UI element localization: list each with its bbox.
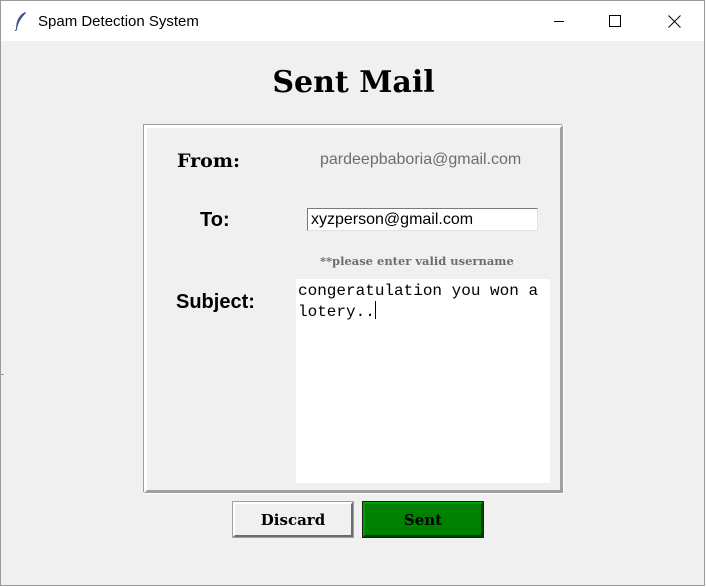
maximize-icon	[609, 15, 621, 27]
from-value: pardeepbaboria@gmail.com	[320, 151, 522, 168]
text-cursor	[374, 301, 376, 319]
maximize-button[interactable]	[586, 1, 644, 41]
discard-button[interactable]: Discard	[233, 502, 353, 537]
divider	[1, 374, 4, 375]
window-title: Spam Detection System	[38, 13, 199, 30]
feather-icon	[13, 11, 29, 32]
sent-button[interactable]: Sent	[363, 502, 483, 537]
validation-hint: **please enter valid username	[320, 254, 514, 268]
page-title: Sent Mail	[272, 65, 435, 100]
subject-label: Subject:	[176, 291, 255, 313]
close-icon	[667, 14, 681, 28]
to-label: To:	[200, 209, 230, 231]
app-window: Spam Detection System Sent Mail From: pa…	[0, 0, 705, 586]
subject-textarea[interactable]: congeratulation you won a lotery..	[296, 279, 550, 483]
minimize-button[interactable]	[530, 1, 588, 41]
to-email-input[interactable]: xyzperson@gmail.com	[307, 208, 538, 231]
title-bar[interactable]: Spam Detection System	[1, 1, 704, 41]
close-button[interactable]	[645, 1, 703, 41]
from-label: From:	[177, 150, 240, 172]
subject-text: congeratulation you won a lotery..	[298, 282, 548, 321]
minimize-icon	[553, 15, 565, 27]
